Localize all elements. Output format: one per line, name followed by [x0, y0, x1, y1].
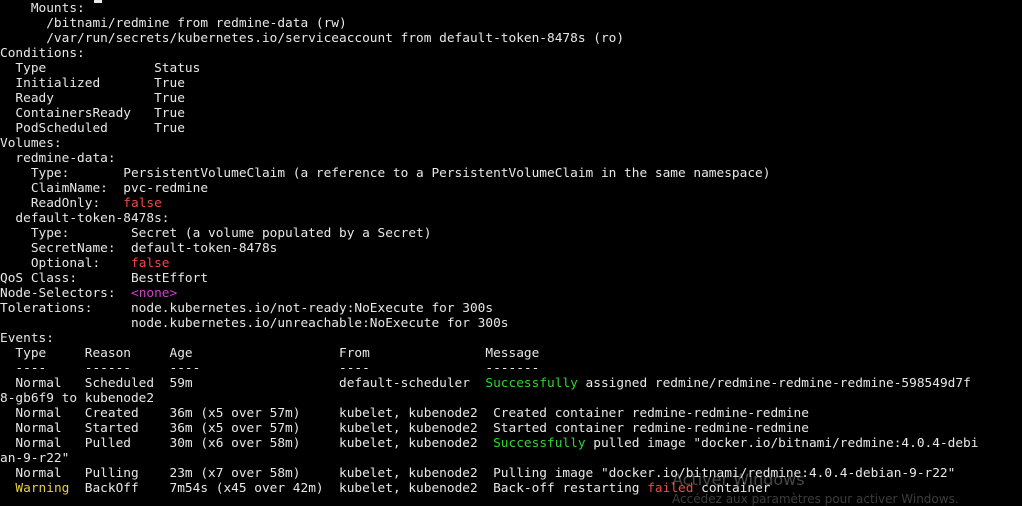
terminal-line: Conditions: — [0, 46, 85, 61]
line-text: PodScheduled True — [0, 121, 185, 136]
line-text: ClaimName: pvc-redmine — [0, 181, 209, 196]
terminal-line: SecretName: default-token-8478s — [0, 241, 278, 256]
green-text: Successfully — [485, 376, 578, 391]
yellow-text: Warning — [15, 481, 70, 496]
terminal-line: Type Reason Age From Message — [0, 346, 539, 361]
line-text: Type Status — [0, 61, 201, 76]
terminal-line: Node-Selectors: <none> — [0, 286, 177, 301]
terminal-line: Type Status — [0, 61, 200, 76]
terminal-line: 8-gb6f9 to kubenode2 — [0, 391, 154, 406]
terminal-line: an-9-r22" — [0, 451, 69, 466]
line-text: Conditions: — [0, 46, 85, 61]
line-text: 8-gb6f9 to kubenode2 — [0, 391, 155, 406]
line-text: Type: Secret (a volume populated by a Se… — [0, 226, 432, 241]
terminal-line: Normal Scheduled 59m default-scheduler S… — [0, 376, 971, 391]
line-text: Initialized True — [0, 76, 185, 91]
terminal-line: Events: — [0, 331, 54, 346]
line-text: Ready True — [0, 91, 185, 106]
line-text: an-9-r22" — [0, 451, 70, 466]
terminal-line: /bitnami/redmine from redmine-data (rw) — [0, 16, 347, 31]
red-text: false — [123, 196, 162, 211]
line-text: redmine-data: — [0, 151, 116, 166]
line-text: SecretName: default-token-8478s — [0, 241, 278, 256]
line-text: Optional: — [0, 256, 131, 271]
terminal-line: /var/run/secrets/kubernetes.io/serviceac… — [0, 31, 624, 46]
line-text: Type: PersistentVolumeClaim (a reference… — [0, 166, 771, 181]
terminal-line: node.kubernetes.io/unreachable:NoExecute… — [0, 316, 509, 331]
line-text: assigned redmine/redmine-redmine-redmine… — [577, 376, 971, 391]
terminal-line: QoS Class: BestEffort — [0, 271, 208, 286]
terminal-output[interactable]: Mounts: /bitnami/redmine from redmine-da… — [0, 0, 1022, 501]
terminal-line: Normal Started 36m (x5 over 57m) kubelet… — [0, 421, 809, 436]
terminal-line: Warning BackOff 7m54s (x45 over 42m) kub… — [0, 481, 770, 496]
line-text: Normal Pulling 23m (x7 over 58m) kubelet… — [0, 466, 956, 481]
terminal-line: Ready True — [0, 91, 185, 106]
line-text: QoS Class: BestEffort — [0, 271, 209, 286]
activate-windows-watermark: Activer Windows — [672, 470, 805, 489]
terminal-line: ReadOnly: false — [0, 196, 162, 211]
line-text — [0, 481, 15, 496]
line-text: ContainersReady True — [0, 106, 185, 121]
terminal-line: Tolerations: node.kubernetes.io/not-read… — [0, 301, 493, 316]
terminal-line: default-token-8478s: — [0, 211, 170, 226]
line-text: /bitnami/redmine from redmine-data (rw) — [0, 16, 347, 31]
terminal-line: Mounts: — [0, 1, 85, 16]
line-text: Normal Created 36m (x5 over 57m) kubelet… — [0, 406, 809, 421]
line-text: Normal Started 36m (x5 over 57m) kubelet… — [0, 421, 809, 436]
activate-windows-subtitle: Accédez aux paramètres pour activer Wind… — [672, 492, 959, 506]
green-text: Successfully — [493, 436, 586, 451]
terminal-line: Type: PersistentVolumeClaim (a reference… — [0, 166, 771, 181]
terminal-line: PodScheduled True — [0, 121, 185, 136]
line-text: pulled image "docker.io/bitnami/redmine:… — [585, 436, 979, 451]
line-text: Normal Pulled 30m (x6 over 58m) kubelet,… — [0, 436, 494, 451]
terminal-line: Volumes: — [0, 136, 62, 151]
terminal-line: Normal Created 36m (x5 over 57m) kubelet… — [0, 406, 809, 421]
line-text: BackOff 7m54s (x45 over 42m) kubelet, ku… — [69, 481, 648, 496]
terminal-line: ClaimName: pvc-redmine — [0, 181, 208, 196]
line-text: Type Reason Age From Message — [0, 346, 540, 361]
line-text: Tolerations: node.kubernetes.io/not-read… — [0, 301, 494, 316]
terminal-line: Type: Secret (a volume populated by a Se… — [0, 226, 432, 241]
line-text: Node-Selectors: — [0, 286, 131, 301]
terminal-line: Initialized True — [0, 76, 185, 91]
terminal-line: ---- ------ ---- ---- ------- — [0, 361, 539, 376]
line-text: Volumes: — [0, 136, 62, 151]
line-text: Events: — [0, 331, 54, 346]
terminal-line: redmine-data: — [0, 151, 116, 166]
line-text: Mounts: — [0, 1, 85, 16]
terminal-line: ContainersReady True — [0, 106, 185, 121]
line-text: Normal Scheduled 59m default-scheduler — [0, 376, 486, 391]
red-text: false — [130, 256, 170, 271]
cursor — [94, 0, 102, 3]
terminal-line: Normal Pulling 23m (x7 over 58m) kubelet… — [0, 466, 955, 481]
magenta-text: <none> — [130, 286, 178, 301]
line-text: /var/run/secrets/kubernetes.io/serviceac… — [0, 31, 625, 46]
line-text: ReadOnly: — [0, 196, 124, 211]
line-text: ---- ------ ---- ---- ------- — [0, 361, 540, 376]
terminal-line: Normal Pulled 30m (x6 over 58m) kubelet,… — [0, 436, 978, 451]
line-text: default-token-8478s: — [0, 211, 170, 226]
line-text: node.kubernetes.io/unreachable:NoExecute… — [0, 316, 509, 331]
terminal-line: Optional: false — [0, 256, 170, 271]
